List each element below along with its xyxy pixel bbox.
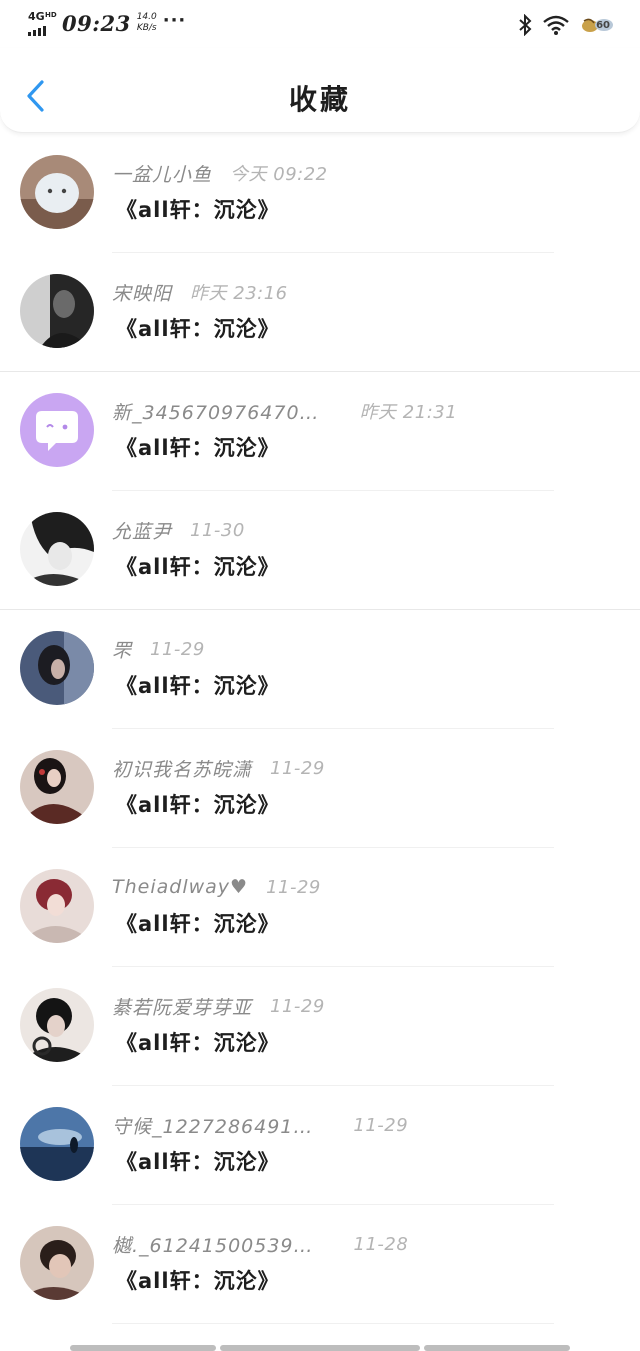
user-name: 初识我名苏皖潇 [112,758,253,781]
battery-icon: 60 [580,15,614,35]
timestamp: 11-29 [266,876,321,898]
item-meta: 罘 11-29 [112,636,205,662]
user-name: 守候_1227286491… [112,1115,314,1138]
list-item[interactable]: Theiadlway♥ 11-29 《all轩：沉沦》 [0,848,640,967]
item-meta: 守候_1227286491… 11-29 [112,1112,408,1138]
speed-value: 14.0 [136,12,157,22]
list-bottom-edge [0,1345,640,1351]
story-title: 《all轩：沉沦》 [116,1150,280,1174]
item-meta: 宋映阳 昨天 23:16 [112,279,288,305]
list-item[interactable]: 守候_1227286491… 11-29 《all轩：沉沦》 [0,1086,640,1205]
timestamp: 11-28 [353,1233,409,1255]
story-title: 《all轩：沉沦》 [116,436,280,460]
status-right: 60 [518,12,614,38]
network-hd: HD [45,11,57,19]
item-meta: Theiadlway♥ 11-29 [112,874,321,900]
timestamp: 昨天 23:16 [190,283,288,304]
favorites-list: 一盆儿小鱼 今天 09:22 《all轩：沉沦》 宋映阳 昨天 23:16 《a… [0,134,640,1324]
list-item[interactable]: 樾._61241500539… 11-28 《all轩：沉沦》 [0,1205,640,1324]
more-indicator: ··· [162,9,187,31]
user-name: 罘 [112,639,133,662]
list-item[interactable]: 綦若阮爱芽芽亚 11-29 《all轩：沉沦》 [0,967,640,1086]
header: 收藏 [0,48,640,133]
status-bar: 4G HD 09:23 14.0 KB/s ··· 60 [0,0,640,48]
story-title: 《all轩：沉沦》 [116,1031,280,1055]
story-title: 《all轩：沉沦》 [116,793,280,817]
item-meta: 允蓝尹 11-30 [112,517,245,543]
item-meta: 綦若阮爱芽芽亚 11-29 [112,993,325,1019]
avatar[interactable] [20,155,94,229]
bluetooth-icon [518,14,532,36]
item-meta: 新_345670976470… 昨天 21:31 [112,398,457,424]
avatar[interactable] [20,274,94,348]
user-name: 允蓝尹 [112,520,173,543]
timestamp: 昨天 21:31 [359,402,458,423]
list-item[interactable]: 新_345670976470… 昨天 21:31 《all轩：沉沦》 [0,372,640,491]
story-title: 《all轩：沉沦》 [116,198,280,222]
item-meta: 樾._61241500539… 11-28 [112,1231,408,1257]
story-title: 《all轩：沉沦》 [116,912,280,936]
avatar[interactable] [20,988,94,1062]
user-name: 宋映阳 [112,282,173,305]
story-title: 《all轩：沉沦》 [116,674,280,698]
network-speed: 14.0 KB/s [137,12,157,34]
list-item[interactable]: 宋映阳 昨天 23:16 《all轩：沉沦》 [0,253,640,372]
item-meta: 初识我名苏皖潇 11-29 [112,755,325,781]
story-title: 《all轩：沉沦》 [116,317,280,341]
wifi-icon [542,14,570,36]
avatar[interactable] [20,1107,94,1181]
clock: 09:23 [62,10,131,36]
speed-unit: KB/s [136,23,157,33]
signal-icon: 4G HD [28,10,57,36]
avatar[interactable] [20,631,94,705]
story-title: 《all轩：沉沦》 [116,1269,280,1293]
network-type: 4G [28,10,45,23]
avatar[interactable] [20,750,94,824]
timestamp: 今天 09:22 [230,164,328,185]
user-name: 綦若阮爱芽芽亚 [112,996,253,1019]
avatar[interactable] [20,869,94,943]
battery-level: 60 [596,19,610,31]
page-title: 收藏 [288,83,351,116]
user-name: 新_345670976470… [112,401,320,424]
list-item[interactable]: 一盆儿小鱼 今天 09:22 《all轩：沉沦》 [0,134,640,253]
avatar[interactable] [20,393,94,467]
timestamp: 11-29 [270,995,325,1017]
user-name: 樾._61241500539… [112,1234,314,1257]
timestamp: 11-29 [150,638,205,660]
avatar[interactable] [20,512,94,586]
item-meta: 一盆儿小鱼 今天 09:22 [112,160,328,186]
story-title: 《all轩：沉沦》 [116,555,280,579]
list-item[interactable]: 初识我名苏皖潇 11-29 《all轩：沉沦》 [0,729,640,848]
timestamp: 11-30 [190,519,245,541]
user-name: 一盆儿小鱼 [112,163,213,186]
user-name: Theiadlway♥ [112,876,249,898]
status-left: 4G HD 09:23 14.0 KB/s ··· [28,8,186,38]
list-item[interactable]: 允蓝尹 11-30 《all轩：沉沦》 [0,491,640,610]
avatar[interactable] [20,1226,94,1300]
list-item[interactable]: 罘 11-29 《all轩：沉沦》 [0,610,640,729]
timestamp: 11-29 [353,1114,409,1136]
timestamp: 11-29 [270,757,325,779]
